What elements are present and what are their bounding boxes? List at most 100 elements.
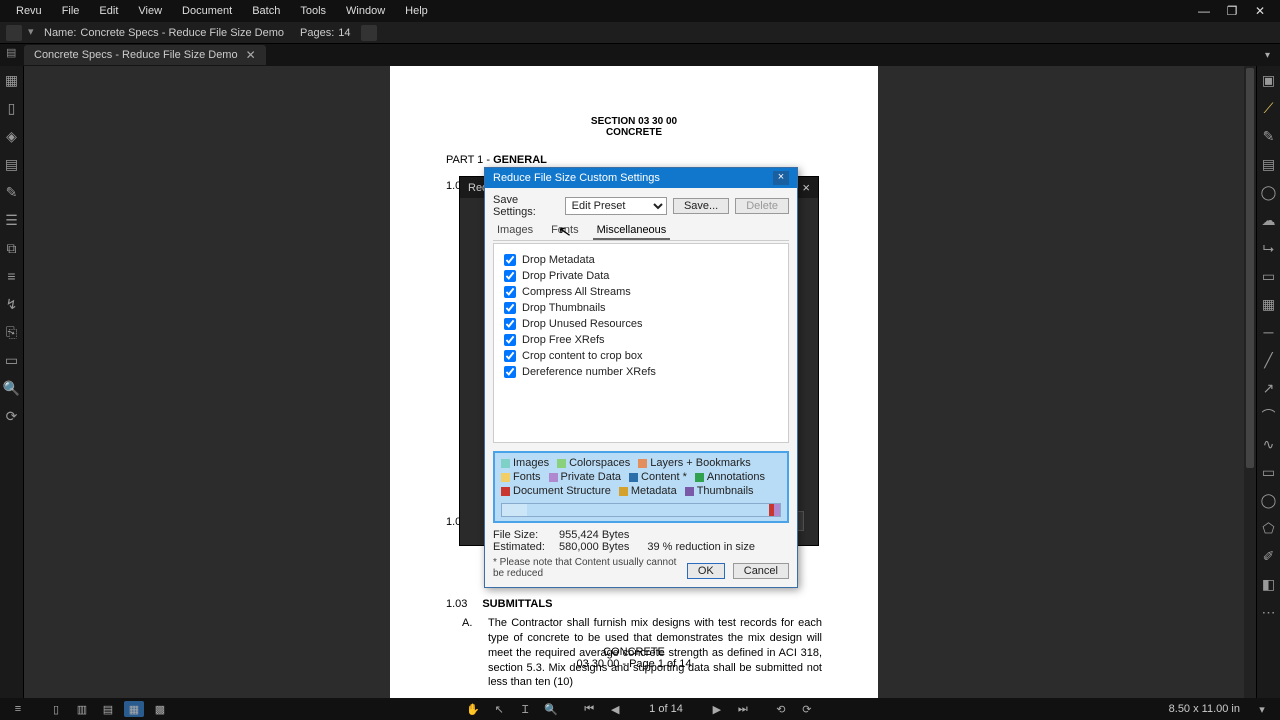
arrow-tool-icon[interactable]: ↗	[1261, 380, 1277, 396]
sketch-tool-icon[interactable]: ✐	[1261, 548, 1277, 564]
line-tool-icon[interactable]: ╱	[1261, 352, 1277, 368]
chk-drop-metadata[interactable]	[504, 254, 516, 266]
polyline-tool-icon[interactable]: ∿	[1261, 436, 1277, 452]
text-select-icon[interactable]: Ɪ	[515, 701, 535, 717]
properties-icon[interactable]: ▭	[4, 352, 20, 368]
chk-drop-unused-resources[interactable]	[504, 318, 516, 330]
file-access-icon[interactable]: ▯	[4, 100, 20, 116]
tab-fonts[interactable]: Fonts	[547, 222, 583, 240]
chk-crop-content[interactable]	[504, 350, 516, 362]
opt-drop-private-data[interactable]: Drop Private Data	[504, 270, 778, 282]
select-tool-icon[interactable]: ▣	[1261, 72, 1277, 88]
left-panel-rail: ▦ ▯ ◈ ▤ ✎ ☰ ⧉ ≡ ↯ ⎘ ▭ 🔍 ⟳	[0, 66, 24, 698]
forms-icon[interactable]: ☰	[4, 212, 20, 228]
infobar-dropdown-icon[interactable]: ▾	[28, 25, 38, 41]
layers-icon[interactable]: ◈	[4, 128, 20, 144]
opt-drop-metadata[interactable]: Drop Metadata	[504, 254, 778, 266]
tab-close-icon[interactable]: ✕	[246, 48, 256, 62]
menu-edit[interactable]: Edit	[89, 1, 128, 21]
arc-tool-icon[interactable]: ⌒	[1261, 408, 1277, 424]
chk-drop-thumbnails[interactable]	[504, 302, 516, 314]
dialog-titlebar[interactable]: Reduce File Size Custom Settings ×	[485, 168, 797, 188]
page-properties-icon[interactable]	[361, 25, 377, 41]
chk-dereference-xrefs[interactable]	[504, 366, 516, 378]
multiview-icon[interactable]: ▩	[150, 701, 170, 717]
menu-batch[interactable]: Batch	[242, 1, 290, 21]
markups-list-icon[interactable]: ≡	[4, 268, 20, 284]
cancel-button[interactable]: Cancel	[733, 563, 789, 579]
ok-button[interactable]: OK	[687, 563, 725, 579]
preset-select[interactable]: Edit Preset	[565, 197, 667, 215]
page-indicator[interactable]: 1 of 14	[629, 703, 703, 715]
tab-miscellaneous[interactable]: Miscellaneous	[593, 222, 671, 240]
menu-document[interactable]: Document	[172, 1, 242, 21]
chk-compress-streams[interactable]	[504, 286, 516, 298]
signatures-icon[interactable]: ✎	[4, 184, 20, 200]
more-tools-icon[interactable]: ⋯	[1261, 604, 1277, 620]
ellipse-tool-icon[interactable]: ◯	[1261, 492, 1277, 508]
scrollbar-thumb[interactable]	[1246, 68, 1254, 468]
bookmarks-icon[interactable]: ▤	[4, 156, 20, 172]
menu-window[interactable]: Window	[336, 1, 395, 21]
opt-compress-streams[interactable]: Compress All Streams	[504, 286, 778, 298]
page-dimensions: 8.50 x 11.00 in	[1159, 703, 1250, 715]
panel-toggle-icon[interactable]: ≡	[8, 701, 28, 717]
select-cursor-icon[interactable]: ↖	[489, 701, 509, 717]
save-preset-button[interactable]: Save...	[673, 198, 729, 214]
menu-file[interactable]: File	[52, 1, 90, 21]
menu-revu[interactable]: Revu	[6, 1, 52, 21]
zoom-tool-icon[interactable]: 🔍	[541, 701, 561, 717]
opt-drop-thumbnails[interactable]: Drop Thumbnails	[504, 302, 778, 314]
opt-crop-content[interactable]: Crop content to crop box	[504, 350, 778, 362]
menu-tools[interactable]: Tools	[290, 1, 336, 21]
next-view-icon[interactable]: ⟳	[797, 701, 817, 717]
reduce-dialog-back-close-icon[interactable]: ×	[802, 180, 810, 195]
opt-drop-free-xrefs[interactable]: Drop Free XRefs	[504, 334, 778, 346]
unit-toggle-icon[interactable]: ▾	[1252, 701, 1272, 717]
cloud-tool-icon[interactable]: ☁	[1261, 212, 1277, 228]
rectangle-tool-icon[interactable]: ▭	[1261, 464, 1277, 480]
tabbar-overflow-icon[interactable]: ▾	[1265, 50, 1270, 61]
continuous-view-icon[interactable]: ▥	[72, 701, 92, 717]
first-page-icon[interactable]: ⏮	[579, 701, 599, 717]
document-tab[interactable]: Concrete Specs - Reduce File Size Demo ✕	[24, 45, 266, 65]
search-icon[interactable]: 🔍	[4, 380, 20, 396]
dialog-close-icon[interactable]: ×	[773, 171, 789, 185]
polygon-tool-icon[interactable]: ⬠	[1261, 520, 1277, 536]
stamp-tool-icon[interactable]: ▭	[1261, 268, 1277, 284]
highlight-tool-icon[interactable]: ⟋	[1261, 100, 1277, 116]
studio-icon[interactable]: ⟳	[4, 408, 20, 424]
shapes-tool-icon[interactable]: ◯	[1261, 184, 1277, 200]
window-minimize-icon[interactable]: —	[1190, 4, 1218, 18]
image-tool-icon[interactable]: ▦	[1261, 296, 1277, 312]
single-page-view-icon[interactable]: ▯	[46, 701, 66, 717]
menu-view[interactable]: View	[128, 1, 172, 21]
menu-help[interactable]: Help	[395, 1, 438, 21]
sets-icon[interactable]: ⧉	[4, 240, 20, 256]
text-tool-icon[interactable]: ✎	[1261, 128, 1277, 144]
side-by-side-view-icon[interactable]: ▤	[98, 701, 118, 717]
thumbnails-panel-icon[interactable]: ▦	[4, 72, 20, 88]
opt-dereference-xrefs[interactable]: Dereference number XRefs	[504, 366, 778, 378]
new-document-icon[interactable]	[6, 25, 22, 41]
callout-tool-icon[interactable]: ⮡	[1261, 240, 1277, 256]
next-page-icon[interactable]: ▶	[707, 701, 727, 717]
window-restore-icon[interactable]: ❐	[1218, 4, 1246, 18]
eraser-tool-icon[interactable]: ◧	[1261, 576, 1277, 592]
measurements-icon[interactable]: ↯	[4, 296, 20, 312]
opt-drop-unused-resources[interactable]: Drop Unused Resources	[504, 318, 778, 330]
last-page-icon[interactable]: ⏭	[733, 701, 753, 717]
chk-drop-private-data[interactable]	[504, 270, 516, 282]
vertical-scrollbar[interactable]	[1244, 66, 1256, 698]
stat-file-size-label: File Size:	[493, 529, 549, 541]
size-stats: File Size:955,424 Bytes Estimated:580,00…	[493, 529, 789, 553]
compare-view-icon[interactable]: ▦	[124, 701, 144, 717]
window-close-icon[interactable]: ✕	[1246, 4, 1274, 18]
prev-view-icon[interactable]: ⟲	[771, 701, 791, 717]
prev-page-icon[interactable]: ◀	[605, 701, 625, 717]
tab-images[interactable]: Images	[493, 222, 537, 240]
links-icon[interactable]: ⎘	[4, 324, 20, 340]
note-tool-icon[interactable]: ▤	[1261, 156, 1277, 172]
pan-tool-icon[interactable]: ✋	[463, 701, 483, 717]
chk-drop-free-xrefs[interactable]	[504, 334, 516, 346]
